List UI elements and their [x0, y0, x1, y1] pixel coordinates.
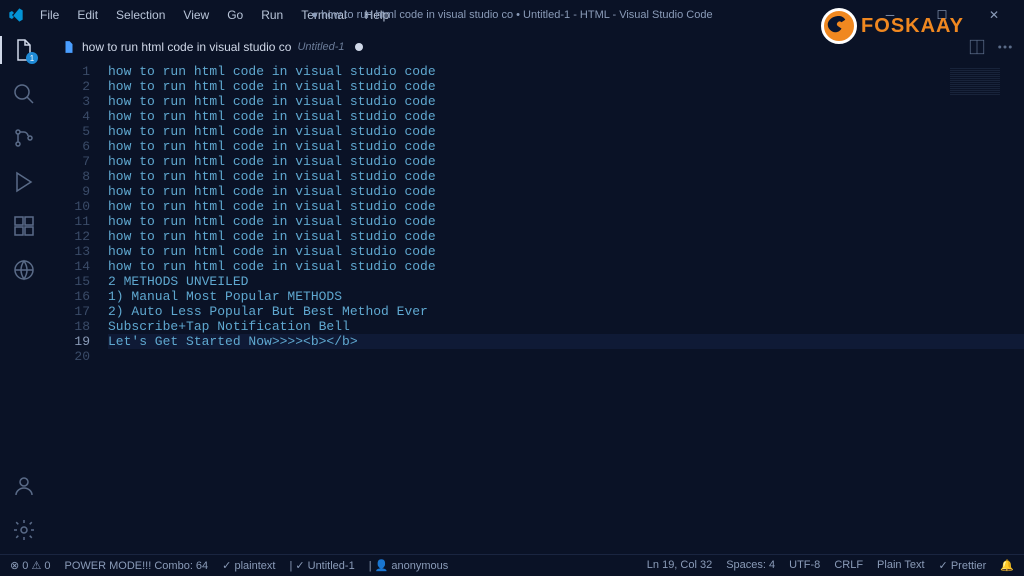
code-line[interactable]: how to run html code in visual studio co…	[108, 184, 1024, 199]
code-line[interactable]: 1) Manual Most Popular METHODS	[108, 289, 1024, 304]
line-number: 6	[48, 139, 90, 154]
code-line[interactable]: Subscribe+Tap Notification Bell	[108, 319, 1024, 334]
line-number: 10	[48, 199, 90, 214]
activity-bar: 1	[0, 30, 48, 554]
line-number: 3	[48, 94, 90, 109]
line-number: 4	[48, 109, 90, 124]
code-line[interactable]: how to run html code in visual studio co…	[108, 259, 1024, 274]
line-number: 1	[48, 64, 90, 79]
main-area: 1	[0, 30, 1024, 554]
line-number: 12	[48, 229, 90, 244]
status-language[interactable]: ✓ plaintext	[222, 559, 275, 572]
editor-actions	[968, 38, 1024, 56]
brand-logo: FOSKAAY	[821, 8, 964, 44]
window-title: ● how to run html code in visual studio …	[311, 9, 712, 21]
status-cursor[interactable]: Ln 19, Col 32	[647, 559, 712, 572]
line-number: 5	[48, 124, 90, 139]
status-prettier[interactable]: ✓ Prettier	[939, 559, 987, 572]
explorer-badge: 1	[26, 52, 38, 64]
line-number: 13	[48, 244, 90, 259]
code-line[interactable]: how to run html code in visual studio co…	[108, 94, 1024, 109]
minimap[interactable]	[950, 68, 1010, 98]
code-line[interactable]: how to run html code in visual studio co…	[108, 199, 1024, 214]
brand-icon	[821, 8, 857, 44]
code-line[interactable]: how to run html code in visual studio co…	[108, 64, 1024, 79]
status-bell-icon[interactable]: 🔔	[1000, 559, 1014, 572]
accounts-icon[interactable]	[12, 474, 36, 498]
menu-selection[interactable]: Selection	[108, 4, 173, 26]
extensions-icon[interactable]	[12, 214, 36, 238]
status-encoding[interactable]: UTF-8	[789, 559, 820, 572]
close-button[interactable]: ✕	[972, 1, 1016, 29]
line-number: 9	[48, 184, 90, 199]
run-debug-icon[interactable]	[12, 170, 36, 194]
line-number: 20	[48, 349, 90, 364]
remote-icon[interactable]	[12, 258, 36, 282]
status-file[interactable]: | ✓ Untitled-1	[289, 559, 354, 572]
status-mode[interactable]: Plain Text	[877, 559, 925, 572]
status-problems[interactable]: ⊗ 0 ⚠ 0	[10, 559, 51, 572]
code-line[interactable]: 2 METHODS UNVEILED	[108, 274, 1024, 289]
code-line[interactable]: how to run html code in visual studio co…	[108, 139, 1024, 154]
line-number: 8	[48, 169, 90, 184]
line-gutter: 1234567891011121314151617181920	[48, 64, 108, 554]
menu-view[interactable]: View	[175, 4, 217, 26]
line-number: 19	[48, 334, 90, 349]
menu-file[interactable]: File	[32, 4, 67, 26]
line-number: 15	[48, 274, 90, 289]
line-number: 2	[48, 79, 90, 94]
status-user[interactable]: | 👤 anonymous	[369, 559, 449, 572]
code-line[interactable]: how to run html code in visual studio co…	[108, 229, 1024, 244]
line-number: 11	[48, 214, 90, 229]
line-number: 14	[48, 259, 90, 274]
code-line[interactable]: 2) Auto Less Popular But Best Method Eve…	[108, 304, 1024, 319]
line-number: 16	[48, 289, 90, 304]
code-line[interactable]: how to run html code in visual studio co…	[108, 154, 1024, 169]
menu-run[interactable]: Run	[253, 4, 291, 26]
status-bar: ⊗ 0 ⚠ 0 POWER MODE!!! Combo: 64 ✓ plaint…	[0, 554, 1024, 576]
settings-icon[interactable]	[12, 518, 36, 542]
split-editor-icon[interactable]	[968, 38, 986, 56]
status-spaces[interactable]: Spaces: 4	[726, 559, 775, 572]
line-number: 17	[48, 304, 90, 319]
source-control-icon[interactable]	[12, 126, 36, 150]
code-line[interactable]: how to run html code in visual studio co…	[108, 214, 1024, 229]
code-line[interactable]: how to run html code in visual studio co…	[108, 109, 1024, 124]
explorer-icon[interactable]: 1	[12, 38, 36, 62]
menu-edit[interactable]: Edit	[69, 4, 106, 26]
file-icon	[62, 40, 76, 54]
menu-go[interactable]: Go	[219, 4, 251, 26]
status-eol[interactable]: CRLF	[834, 559, 863, 572]
code-line[interactable]: how to run html code in visual studio co…	[108, 124, 1024, 139]
code-line[interactable]: Let's Get Started Now>>>><b></b>	[108, 334, 1024, 349]
editor-area: how to run html code in visual studio co…	[48, 30, 1024, 554]
code-line[interactable]: how to run html code in visual studio co…	[108, 244, 1024, 259]
tab-untitled[interactable]: how to run html code in visual studio co…	[52, 34, 373, 60]
tab-desc: Untitled-1	[297, 41, 344, 53]
more-actions-icon[interactable]	[996, 38, 1014, 56]
tab-name: how to run html code in visual studio co	[82, 40, 291, 54]
code-line[interactable]: how to run html code in visual studio co…	[108, 79, 1024, 94]
line-number: 18	[48, 319, 90, 334]
search-icon[interactable]	[12, 82, 36, 106]
line-number: 7	[48, 154, 90, 169]
status-power-mode[interactable]: POWER MODE!!! Combo: 64	[65, 560, 209, 572]
brand-text: FOSKAAY	[861, 15, 964, 38]
code-line[interactable]	[108, 349, 1024, 364]
dirty-indicator-icon	[355, 43, 363, 51]
code-content[interactable]: how to run html code in visual studio co…	[108, 64, 1024, 554]
code-editor[interactable]: 1234567891011121314151617181920 how to r…	[48, 64, 1024, 554]
vscode-logo-icon	[8, 7, 24, 23]
code-line[interactable]: how to run html code in visual studio co…	[108, 169, 1024, 184]
